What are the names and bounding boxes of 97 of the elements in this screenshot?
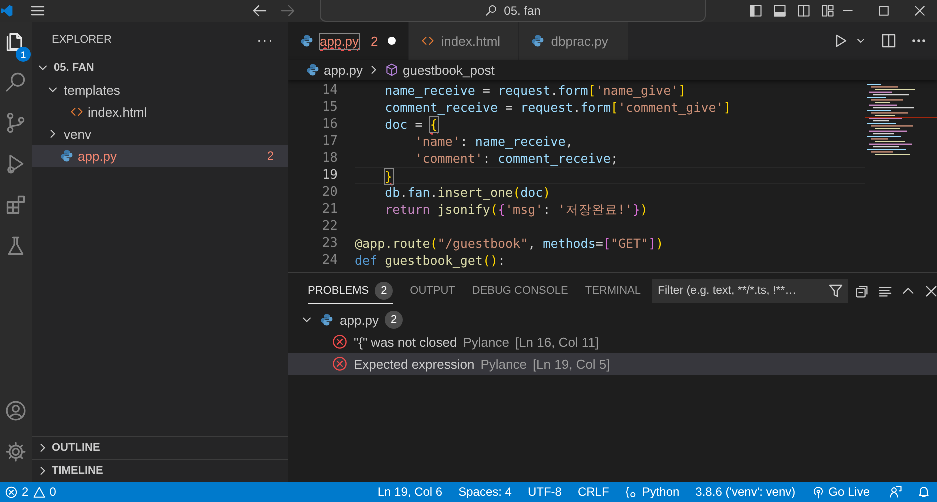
source-control-icon[interactable] [5, 112, 27, 134]
code-line: name_receive = request.form['name_give'] [384, 82, 688, 99]
status-item[interactable]: Ln 19, Col 6 [372, 485, 448, 499]
code-line: return jsonify({'msg': '저장완료!'}) [384, 201, 649, 218]
line-number: 24 [321, 252, 338, 269]
account-icon[interactable] [5, 400, 27, 422]
problem-count-badge: 2 [375, 282, 394, 300]
arrow-right-icon[interactable] [280, 3, 296, 19]
tree-item[interactable]: index.html [32, 101, 288, 123]
problem-count-badge: 2 [385, 311, 404, 329]
section-header[interactable]: OUTLINE [32, 436, 288, 459]
problem-count: 2 [371, 34, 378, 48]
panel-layout-icon[interactable] [773, 4, 787, 18]
filter-icon[interactable] [828, 283, 844, 299]
problem-file-row[interactable]: app.py 2 [288, 309, 937, 331]
line-number: 18 [321, 150, 338, 167]
panel-tab[interactable]: DEBUG CONSOLE [472, 278, 568, 304]
gear-icon[interactable] [5, 441, 27, 463]
problem-location: [Ln 16, Col 11] [515, 334, 600, 350]
search-icon [485, 4, 498, 17]
code-line: comment_receive = request.form['comment_give'] [384, 99, 732, 116]
cube-icon [385, 63, 400, 77]
line-number: 21 [321, 201, 338, 218]
line-number: 14 [321, 82, 338, 99]
tree-item[interactable]: 05. FAN [32, 57, 288, 79]
error-icon [332, 334, 348, 350]
notification-badge: 1 [16, 47, 31, 62]
problem-location: [Ln 19, Col 5] [532, 356, 610, 372]
go-live-button[interactable]: Go Live [806, 485, 875, 499]
code-line: 'comment': comment_receive; [414, 150, 620, 167]
status-item[interactable]: CRLF [572, 485, 614, 499]
python-icon [300, 34, 314, 48]
close-icon[interactable] [924, 284, 937, 298]
panel-tab[interactable]: OUTPUT [410, 278, 456, 304]
line-number: 15 [321, 99, 338, 116]
extensions-icon[interactable] [5, 194, 27, 216]
custom-layout-icon[interactable] [821, 4, 835, 18]
bell-icon[interactable] [917, 485, 931, 499]
problems-status[interactable]: 2 0 [0, 485, 62, 499]
line-number: 16 [321, 116, 338, 133]
python-icon [306, 63, 320, 77]
line-number: 19 [321, 167, 338, 184]
problem-item[interactable]: Expected expression Pylance [Ln 19, Col 5] [288, 353, 937, 375]
arrow-left-icon[interactable] [252, 3, 268, 19]
search-icon[interactable] [5, 71, 27, 93]
problem-source: Pylance [463, 334, 510, 350]
status-item[interactable]: UTF-8 [522, 485, 567, 499]
filter-field[interactable]: Filter (e.g. text, **/*.ts, !**… [652, 279, 848, 303]
more-actions-button[interactable]: ··· [257, 32, 274, 48]
line-number: 20 [321, 184, 338, 201]
panel-tab[interactable]: TERMINAL [585, 278, 641, 304]
code-line: def guestbook_get(): [355, 252, 507, 269]
sidebar-title: EXPLORER [52, 34, 112, 46]
app-logo-icon [0, 3, 14, 19]
tree-item[interactable]: app.py 2 [32, 145, 288, 167]
status-item[interactable]: Spaces: 4 [454, 485, 517, 499]
problem-count: 2 [267, 149, 274, 163]
tree-item[interactable]: templates [32, 79, 288, 101]
columns-layout-icon[interactable] [797, 4, 811, 18]
error-icon [5, 486, 18, 498]
problem-message: "{" was not closed [354, 334, 458, 350]
editor-tab[interactable]: dbprac.py [519, 22, 630, 60]
code-line: } [355, 167, 865, 184]
line-number: 17 [321, 133, 338, 150]
search-field[interactable]: 05. fan [320, 0, 706, 22]
code-line: doc = { [384, 116, 439, 133]
problem-item[interactable]: "{" was not closed Pylance [Ln 16, Col 11] [288, 331, 937, 353]
code-line: @app.route("/guestbook", methods=["GET"]) [355, 235, 665, 252]
problem-source: Pylance [480, 356, 527, 372]
warning-icon [32, 486, 46, 498]
python-icon [320, 313, 334, 327]
code-line: 'name': name_receive, [414, 133, 574, 150]
editor-tab[interactable]: app.py 2 [288, 22, 410, 60]
code-brackets-icon [421, 34, 436, 48]
close-icon[interactable] [913, 4, 927, 18]
breadcrumb-item[interactable]: app.py [324, 62, 364, 78]
line-number: 22 [321, 218, 338, 235]
split-editor-icon[interactable] [881, 33, 897, 49]
python-icon [531, 34, 546, 48]
tree-item[interactable]: venv [32, 123, 288, 145]
collapse-all-icon[interactable] [854, 284, 870, 298]
language-mode[interactable]: Python [620, 485, 685, 499]
error-icon [332, 356, 348, 372]
feedback-icon[interactable] [889, 485, 903, 499]
maximize-icon[interactable] [877, 4, 891, 18]
editor-tab[interactable]: index.html [409, 22, 520, 60]
breadcrumb-item[interactable]: guestbook_post [403, 62, 495, 78]
line-number: 23 [321, 235, 338, 252]
code-line: db.fan.insert_one(doc) [384, 184, 552, 201]
code-brackets-icon [70, 105, 84, 119]
panel-tab[interactable]: PROBLEMS 2 [308, 278, 394, 304]
broadcast-icon [812, 486, 825, 498]
python-icon [60, 149, 74, 163]
braces-icon [625, 486, 638, 498]
problem-message: Expected expression [354, 356, 475, 372]
status-item[interactable]: 3.8.6 ('venv': venv) [690, 485, 801, 499]
sidebar-layout-icon[interactable] [749, 4, 763, 18]
